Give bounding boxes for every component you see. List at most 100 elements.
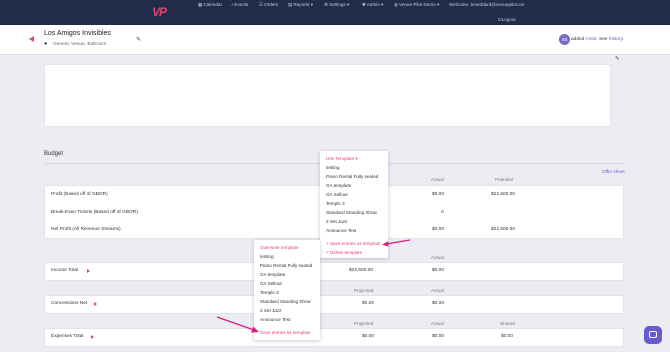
settings-icon: ⚙ (324, 2, 329, 7)
overwrite-template-menu: Overwrite template testing Piano Rental … (254, 240, 320, 340)
concessions-actual: $0.00 (432, 301, 445, 306)
concessions-panel[interactable] (44, 295, 624, 314)
template-option[interactable]: GA Sellout (260, 281, 282, 286)
chat-bubble-icon (649, 331, 657, 338)
income-actual: $0.00 (432, 268, 445, 273)
activity-text-2: . See (596, 37, 609, 42)
delete-template-button[interactable]: × Delete template (326, 250, 362, 255)
template-option[interactable]: GA template (326, 183, 351, 188)
nav-events-label: Events (234, 2, 249, 7)
template-option[interactable]: Temple 3 (260, 290, 279, 295)
nav-orders[interactable]: ☰Orders (259, 2, 278, 8)
back-arrow-icon[interactable] (29, 36, 34, 42)
template-option[interactable]: Temple 3 (326, 201, 345, 206)
history-link[interactable]: history (609, 37, 623, 42)
notes-box[interactable] (44, 64, 611, 127)
expand-concessions-icon[interactable] (94, 302, 97, 306)
use-template-toggle[interactable]: Use Template ▾ (326, 156, 358, 162)
col-actual: Actual (431, 177, 444, 182)
calendar-icon: ▦ (198, 2, 203, 7)
edit-pencil-icon[interactable]: ✎ (136, 36, 141, 43)
top-navbar: VP ▦Calendar ♪Events ☰Orders ▤Reports ▾ … (0, 0, 670, 25)
nav-welcome[interactable]: Welcome, bmeddard@venuepilot.co! (449, 2, 524, 7)
nav-calendar[interactable]: ▦Calendar (198, 2, 222, 8)
template-option[interactable]: testing (260, 254, 274, 259)
net-profit-potential: $22,500.00 (491, 227, 516, 232)
nav-orders-label: Orders (264, 2, 279, 7)
nav-calendar-label: Calendar (203, 2, 222, 7)
logout-label: Logout (501, 17, 516, 22)
avatar: SS (559, 34, 570, 45)
break-even-actual: 0 (441, 210, 444, 215)
save-entries-as-template-button[interactable]: + Save entries as template (326, 241, 381, 246)
nav-reports[interactable]: ▤Reports ▾ (288, 2, 313, 8)
template-option[interactable]: Piano Rental Fully seated (260, 263, 312, 268)
nav-admin-label: Admin ▾ (366, 2, 384, 7)
nav-welcome-label: Welcome, bmeddard@venuepilot.co! (449, 2, 525, 7)
net-profit-label: Net Profit (All Revenue Streams) (51, 227, 121, 232)
annotation-arrow-bottom (216, 316, 259, 333)
annotation-arrow-top (382, 239, 411, 247)
nav-settings[interactable]: ⚙Settings ▾ (324, 2, 349, 8)
location-pin-icon: ● (44, 41, 48, 47)
nav-venue-switcher[interactable]: ◍Venue Pilot Demo ▾ (394, 2, 439, 8)
template-option[interactable]: Announce Test (260, 317, 290, 322)
expand-income-icon[interactable] (87, 269, 90, 273)
expenses-panel[interactable] (44, 328, 624, 347)
save-entries-as-template-link[interactable]: Save entries as template (260, 330, 311, 335)
concessions-col-projected: Projected (354, 288, 374, 293)
expenses-col-shared: Shared (500, 321, 515, 326)
artist-link[interactable]: Artist (585, 37, 596, 42)
overwrite-template-toggle[interactable]: Overwrite template (260, 245, 299, 250)
logout-link[interactable]: ⏻Logout (498, 17, 516, 22)
orders-icon: ☰ (259, 2, 264, 7)
nav-venue-label: Venue Pilot Demo ▾ (399, 2, 440, 7)
budget-heading: Budget (44, 151, 64, 157)
template-option[interactable]: Announce Test (326, 228, 356, 233)
template-option[interactable]: 2 Set Jazz (260, 308, 281, 313)
template-option[interactable]: GA Sellout (326, 192, 348, 197)
nav-reports-label: Reports ▾ (293, 2, 314, 7)
concessions-projected: $0.00 (362, 301, 375, 306)
activity-text: added (571, 37, 586, 42)
nav-settings-label: Settings ▾ (329, 2, 350, 7)
template-option[interactable]: Piano Rental Fully seated (326, 174, 378, 179)
events-icon: ♪ (231, 2, 234, 7)
admin-icon: ✱ (362, 2, 366, 7)
col-potential: Potential (495, 177, 513, 182)
profit-actual: $0.00 (432, 192, 445, 197)
globe-icon: ◍ (394, 2, 399, 7)
income-projected: $22,500.00 (349, 268, 374, 273)
template-option[interactable]: Standard Standing Show (326, 210, 377, 215)
expenses-col-projected: Projected (354, 321, 374, 326)
venuepilot-logo[interactable]: VP (152, 5, 170, 19)
use-template-menu: Use Template ▾ testing Piano Rental Full… (320, 151, 388, 258)
expenses-actual: $0.00 (432, 334, 445, 339)
activity-text-3: . (622, 37, 625, 42)
template-option[interactable]: GA template (260, 272, 285, 277)
template-option[interactable]: testing (326, 165, 340, 170)
expenses-projected: $0.00 (362, 334, 375, 339)
concessions-net-label: Concessions Net (51, 301, 88, 306)
event-header: Los Amigos Invisibles ● Generic Venue, B… (0, 25, 670, 55)
chat-support-button[interactable] (644, 326, 662, 344)
break-even-label: Break-Even Tickets (Based off of GBOR) (51, 210, 138, 215)
nav-events[interactable]: ♪Events (231, 2, 248, 7)
concessions-col-actual: Actual (431, 288, 444, 293)
venue-name: Generic Venue, Ballroom (53, 42, 107, 47)
activity-feed: added Artist. See history. (571, 37, 624, 42)
expenses-total-label: Expenses Total (51, 334, 84, 339)
template-option[interactable]: 2 Set Jazz (326, 219, 347, 224)
reports-icon: ▤ (288, 2, 293, 7)
edit-notes-pencil-icon[interactable]: ✎ (615, 56, 620, 62)
nav-admin[interactable]: ✱Admin ▾ (362, 2, 383, 8)
profit-potential: $22,500.00 (491, 192, 516, 197)
template-option[interactable]: Standard Standing Show (260, 299, 311, 304)
income-col-actual: Actual (431, 255, 444, 260)
offer-sheet-link[interactable]: Offer sheet (602, 169, 625, 174)
profit-label: Profit (Based off of GBOR) (51, 192, 108, 197)
event-title: Los Amigos Invisibles (44, 30, 111, 37)
income-panel[interactable] (44, 262, 624, 281)
expenses-shared: $0.00 (501, 334, 514, 339)
expand-expenses-icon[interactable] (91, 335, 94, 339)
